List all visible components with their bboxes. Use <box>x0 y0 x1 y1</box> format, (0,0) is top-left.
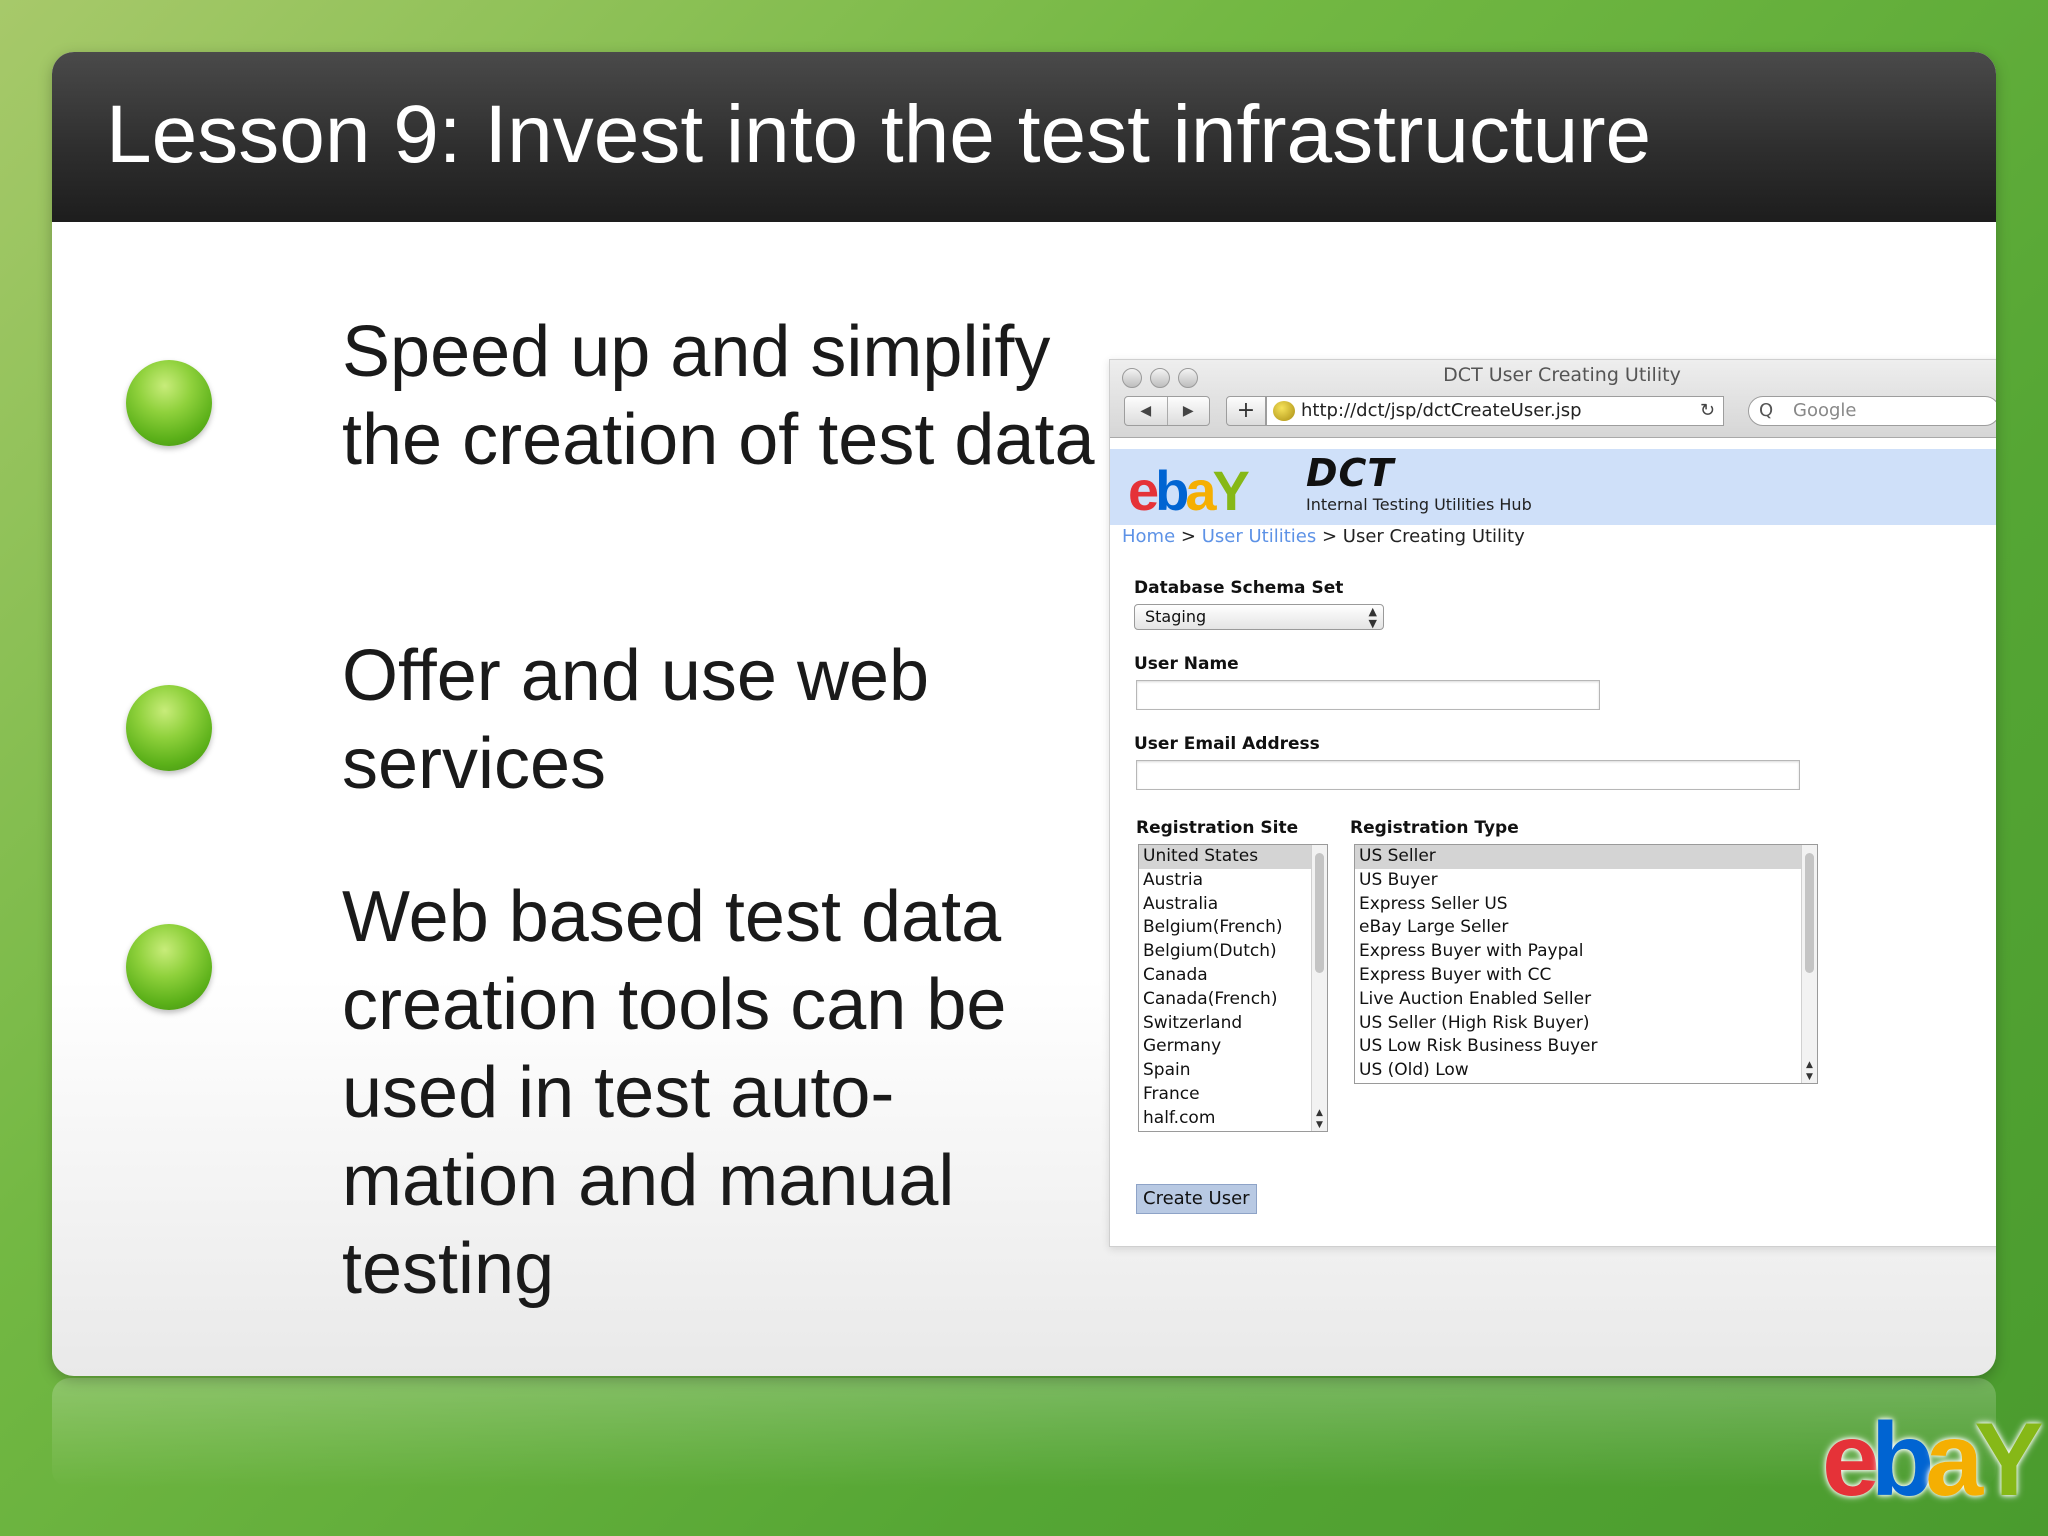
breadcrumb-separator: > <box>1180 526 1196 547</box>
bullet-icon <box>126 924 212 1010</box>
username-label: User Name <box>1134 654 1239 674</box>
breadcrumb: Home > User Utilities > User Creating Ut… <box>1122 526 1525 547</box>
registration-type-list[interactable]: US Seller US Buyer Express Seller US eBay L… <box>1354 844 1818 1084</box>
back-arrow-icon[interactable]: ◀ <box>1125 397 1167 425</box>
search-icon: Q <box>1759 400 1774 421</box>
create-user-button[interactable]: Create User <box>1136 1184 1257 1214</box>
email-field[interactable] <box>1136 760 1800 790</box>
registration-site-list[interactable]: United States Austria Australia Belgium(Fre… <box>1138 844 1328 1132</box>
list-item[interactable]: eBay Large Seller <box>1355 916 1817 940</box>
slide-title: Lesson 9: Invest into the test infrastru… <box>106 89 1652 180</box>
add-bookmark-icon[interactable]: + <box>1226 396 1266 426</box>
bullet-icon <box>126 360 212 446</box>
hub-name: DCT <box>1306 451 1395 495</box>
select-arrows-icon: ▲ ▼ <box>1368 605 1377 630</box>
search-placeholder: Google <box>1793 400 1857 421</box>
hub-subtitle: Internal Testing Utilities Hub <box>1306 495 1532 514</box>
scrollbar-thumb[interactable] <box>1315 853 1324 973</box>
list-item[interactable]: Belgium(French) <box>1139 916 1327 940</box>
browser-toolbar: DCT User Creating Utility ◀ ▶ + http://d… <box>1110 360 1996 438</box>
window-title: DCT User Creating Utility <box>1443 364 1681 386</box>
list-item[interactable]: US Seller (High Risk Buyer) <box>1355 1012 1817 1036</box>
list-item[interactable]: Express Buyer with CC <box>1355 964 1817 988</box>
scroll-arrows-icon[interactable]: ▲ ▼ <box>1802 1059 1817 1083</box>
browser-window: DCT User Creating Utility ◀ ▶ + http://d… <box>1109 359 1996 1247</box>
list-item[interactable]: Belgium(Dutch) <box>1139 940 1327 964</box>
list-item[interactable]: Canada(French) <box>1139 988 1327 1012</box>
address-url: http://dct/jsp/dctCreateUser.jsp <box>1301 400 1582 421</box>
forward-arrow-icon[interactable]: ▶ <box>1166 397 1210 425</box>
registration-type-label: Registration Type <box>1350 818 1519 838</box>
list-item[interactable]: Express Buyer with Paypal <box>1355 940 1817 964</box>
breadcrumb-current: User Creating Utility <box>1342 526 1525 547</box>
list-item[interactable]: United States <box>1139 845 1327 869</box>
card-reflection <box>52 1378 1996 1488</box>
list-item[interactable]: Canada <box>1139 964 1327 988</box>
site-list-scrollbar[interactable]: ▲ ▼ <box>1311 845 1327 1131</box>
breadcrumb-home-link[interactable]: Home <box>1122 526 1175 547</box>
list-item[interactable]: Australia <box>1139 893 1327 917</box>
registration-site-label: Registration Site <box>1136 818 1299 838</box>
ebay-logo: ebaY <box>1128 459 1250 522</box>
list-item[interactable]: Live Auction Enabled Seller <box>1355 988 1817 1012</box>
scroll-arrows-icon[interactable]: ▲ ▼ <box>1312 1107 1327 1131</box>
list-item[interactable]: France <box>1139 1083 1327 1107</box>
search-input[interactable]: Q Google <box>1748 396 1996 426</box>
bullet-text-2: Offer and use web services <box>342 636 930 804</box>
ebay-corner-logo: ebaY <box>1822 1402 2044 1518</box>
bullet-text-1: Speed up and simplify the creation of te… <box>342 312 1095 480</box>
bullet-text-3: Web based test data creation tools can b… <box>342 877 1007 1309</box>
list-item[interactable]: US Low Risk Business Buyer <box>1355 1035 1817 1059</box>
address-bar[interactable]: http://dct/jsp/dctCreateUser.jsp ↻ <box>1266 396 1724 426</box>
bullet-icon <box>126 685 212 771</box>
username-field[interactable] <box>1136 680 1600 710</box>
list-item[interactable]: Austria <box>1139 869 1327 893</box>
schema-label: Database Schema Set <box>1134 578 1344 598</box>
list-item[interactable]: US (Old) Low <box>1355 1059 1817 1083</box>
reload-icon[interactable]: ↻ <box>1700 397 1715 425</box>
list-item[interactable]: US Buyer <box>1355 869 1817 893</box>
list-item[interactable]: half.com <box>1139 1107 1327 1131</box>
list-item[interactable]: Express Seller US <box>1355 893 1817 917</box>
registration-type-options: US Seller US Buyer Express Seller US eBay L… <box>1355 845 1817 1083</box>
scrollbar-thumb[interactable] <box>1805 853 1814 973</box>
registration-site-options: United States Austria Australia Belgium(Fre… <box>1139 845 1327 1131</box>
hub-banner: ebaY DCT Internal Testing Utilities Hub <box>1110 449 1996 525</box>
nav-buttons: ◀ ▶ <box>1124 396 1210 426</box>
list-item[interactable]: Switzerland <box>1139 1012 1327 1036</box>
list-item[interactable]: US Seller <box>1355 845 1817 869</box>
email-label: User Email Address <box>1134 734 1320 754</box>
breadcrumb-user-utilities-link[interactable]: User Utilities <box>1202 526 1317 547</box>
list-item[interactable]: Spain <box>1139 1059 1327 1083</box>
breadcrumb-separator: > <box>1321 526 1338 547</box>
schema-select-value: Staging <box>1145 607 1207 626</box>
type-list-scrollbar[interactable]: ▲ ▼ <box>1801 845 1817 1083</box>
site-favicon-icon <box>1273 401 1295 421</box>
title-bar: Lesson 9: Invest into the test infrastru… <box>52 52 1996 222</box>
list-item[interactable]: Germany <box>1139 1035 1327 1059</box>
schema-select[interactable]: Staging ▲ ▼ <box>1134 604 1384 630</box>
slide-card: Lesson 9: Invest into the test infrastru… <box>52 52 1996 1376</box>
